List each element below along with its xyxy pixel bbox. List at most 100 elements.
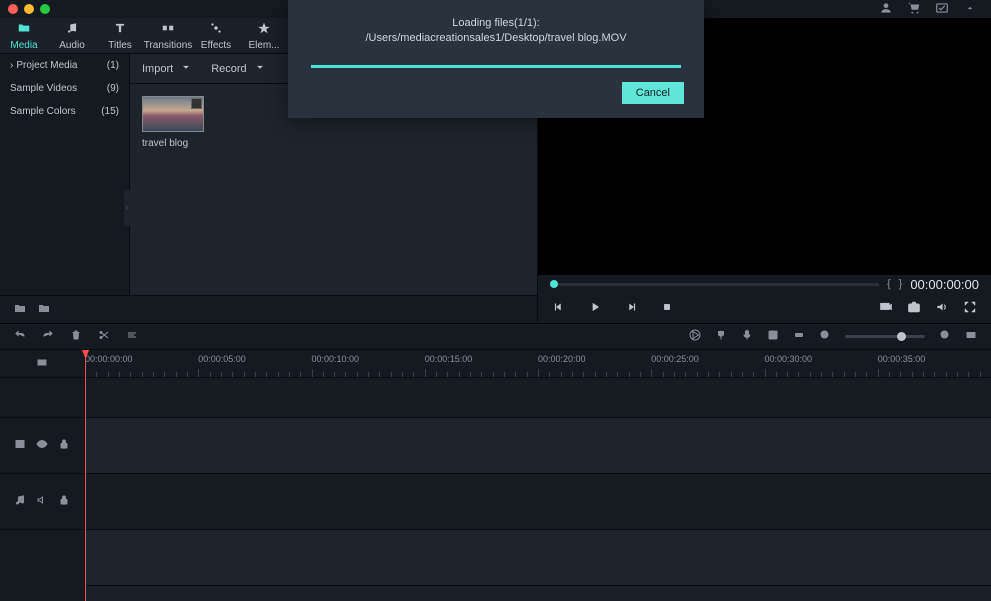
dropdown-label: Import <box>142 63 173 75</box>
mute-icon[interactable] <box>36 494 48 509</box>
maximize-window-button[interactable] <box>40 4 50 14</box>
ruler-mark: 00:00:15:00 <box>425 354 473 364</box>
tab-label: Effects <box>201 40 231 51</box>
thumbnail-image <box>142 96 204 132</box>
media-thumbnail[interactable]: travel blog <box>142 96 204 149</box>
sidebar-count: (15) <box>101 106 119 117</box>
film-icon <box>14 438 26 453</box>
scrub-playhead[interactable] <box>550 280 558 288</box>
transition-icon <box>161 21 175 38</box>
mail-check-icon[interactable] <box>935 1 949 18</box>
audio-track[interactable] <box>85 474 991 530</box>
split-button[interactable] <box>98 329 110 344</box>
preview-scrubber[interactable] <box>550 283 879 286</box>
fullscreen-icon[interactable] <box>963 300 977 317</box>
visibility-icon[interactable] <box>36 438 48 453</box>
pin-icon[interactable] <box>963 1 977 18</box>
sidebar-count: (9) <box>107 83 119 94</box>
sidebar-count: (1) <box>107 60 119 71</box>
user-icon[interactable] <box>879 1 893 18</box>
tab-label: Titles <box>108 40 132 51</box>
tab-label: Elem... <box>248 40 279 51</box>
delete-button[interactable] <box>70 329 82 344</box>
lock-icon[interactable] <box>58 494 70 509</box>
cancel-button[interactable]: Cancel <box>622 82 684 104</box>
video-track-header <box>0 418 84 474</box>
extra-track[interactable] <box>85 530 991 586</box>
record-dropdown[interactable]: Record <box>211 60 266 77</box>
edit-button[interactable] <box>126 329 138 344</box>
chevron-down-icon <box>179 60 193 77</box>
media-sidebar: ›Project Media (1) Sample Videos (9) Sam… <box>0 54 130 295</box>
snapshot-icon[interactable] <box>907 300 921 317</box>
timeline-panel: 00:00:00:0000:00:05:0000:00:10:0000:00:1… <box>0 323 991 601</box>
tab-elements[interactable]: Elem... <box>240 18 288 53</box>
preview-timecode: 00:00:00:00 <box>910 277 979 292</box>
close-window-button[interactable] <box>8 4 18 14</box>
chevron-right-icon: › <box>10 60 13 71</box>
new-folder-icon[interactable] <box>14 302 26 317</box>
timeline-ruler[interactable]: 00:00:00:0000:00:05:0000:00:10:0000:00:1… <box>85 350 991 378</box>
redo-button[interactable] <box>42 329 54 344</box>
timeline-playhead[interactable] <box>85 350 86 601</box>
lock-icon[interactable] <box>58 438 70 453</box>
loading-title: Loading files(1/1): <box>365 16 626 31</box>
ruler-mark: 00:00:20:00 <box>538 354 586 364</box>
tab-audio[interactable]: Audio <box>48 18 96 53</box>
ruler-mark: 00:00:10:00 <box>312 354 360 364</box>
stop-button[interactable] <box>660 300 674 317</box>
minimize-window-button[interactable] <box>24 4 34 14</box>
loading-dialog: Loading files(1/1): /Users/mediacreation… <box>288 0 704 118</box>
tab-transitions[interactable]: Transitions <box>144 18 192 53</box>
tab-label: Audio <box>59 40 85 51</box>
audio-track-header <box>0 474 84 530</box>
render-icon[interactable] <box>689 329 701 344</box>
sidebar-label: Sample Colors <box>10 106 76 117</box>
mixer-icon[interactable] <box>767 329 779 344</box>
render-preview-icon[interactable] <box>879 300 893 317</box>
add-track-icon[interactable] <box>36 356 48 371</box>
prev-frame-button[interactable] <box>552 300 566 317</box>
zoom-slider[interactable] <box>845 335 925 338</box>
ruler-mark: 00:00:25:00 <box>651 354 699 364</box>
import-dropdown[interactable]: Import <box>142 60 193 77</box>
music-icon <box>65 21 79 38</box>
mark-out-icon[interactable]: } <box>899 278 903 290</box>
tab-titles[interactable]: Titles <box>96 18 144 53</box>
effects-icon <box>209 21 223 38</box>
zoom-out-icon[interactable] <box>819 329 831 344</box>
sidebar-label: Sample Videos <box>10 83 77 94</box>
thumbnail-label: travel blog <box>142 138 204 149</box>
dropdown-label: Record <box>211 63 246 75</box>
next-frame-button[interactable] <box>624 300 638 317</box>
sidebar-item-project-media[interactable]: ›Project Media (1) <box>0 54 129 77</box>
marker-icon[interactable] <box>715 329 727 344</box>
thumbnail-badge-icon <box>191 98 202 109</box>
play-button[interactable] <box>588 300 602 317</box>
tab-media[interactable]: Media <box>0 18 48 53</box>
loading-path: /Users/mediacreationsales1/Desktop/trave… <box>365 31 626 46</box>
sidebar-item-sample-colors[interactable]: Sample Colors (15) <box>0 100 129 123</box>
ruler-mark: 00:00:35:00 <box>878 354 926 364</box>
mark-in-icon[interactable]: { <box>887 278 891 290</box>
zoom-fit-icon[interactable] <box>965 329 977 344</box>
timeline-tracks[interactable]: 00:00:00:0000:00:05:0000:00:10:0000:00:1… <box>85 350 991 601</box>
volume-icon[interactable] <box>935 300 949 317</box>
undo-button[interactable] <box>14 329 26 344</box>
cart-icon[interactable] <box>907 1 921 18</box>
collapse-sidebar-handle[interactable]: ‹ <box>124 190 130 226</box>
keyframe-icon[interactable] <box>793 329 805 344</box>
tab-effects[interactable]: Effects <box>192 18 240 53</box>
ruler-mark: 00:00:00:00 <box>85 354 133 364</box>
chevron-down-icon <box>253 60 267 77</box>
delete-folder-icon[interactable] <box>38 302 50 317</box>
folder-icon <box>17 21 31 38</box>
sidebar-label: Project Media <box>16 60 77 71</box>
music-icon <box>14 494 26 509</box>
text-icon <box>113 21 127 38</box>
sidebar-item-sample-videos[interactable]: Sample Videos (9) <box>0 77 129 100</box>
voiceover-icon[interactable] <box>741 329 753 344</box>
zoom-knob[interactable] <box>897 332 906 341</box>
zoom-in-icon[interactable] <box>939 329 951 344</box>
video-track[interactable] <box>85 418 991 474</box>
